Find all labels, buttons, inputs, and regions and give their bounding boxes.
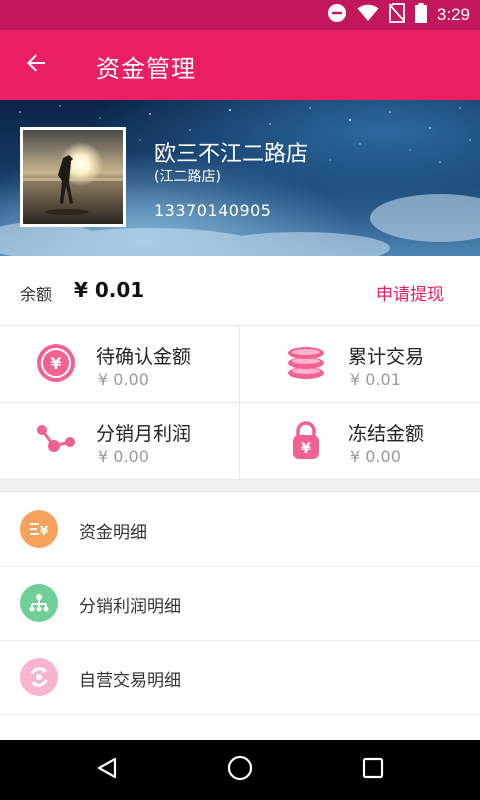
menu-label: 分销利润明细 <box>79 597 181 617</box>
beach-sunset-photo <box>23 130 123 224</box>
stat-title: 冻结金额 <box>348 423 425 445</box>
back-button[interactable] <box>18 47 54 83</box>
stat-value: ¥ 0.00 <box>98 447 149 466</box>
shop-subname: (江二路店) <box>154 169 221 185</box>
stat-value: ¥ 0.01 <box>350 370 401 389</box>
svg-text:¥: ¥ <box>301 441 311 457</box>
page-title: 资金管理 <box>96 55 196 83</box>
balance-row: 余额 ¥ 0.01 申请提现 <box>0 256 480 326</box>
app-bar: 资金管理 <box>0 30 480 100</box>
menu-item-distribution-profit-detail[interactable]: 分销利润明细 <box>0 567 480 641</box>
no-sim-icon <box>388 3 406 27</box>
balance-value: ¥ 0.01 <box>74 278 145 302</box>
battery-icon <box>414 3 427 27</box>
menu-label: 资金明细 <box>79 523 147 543</box>
nav-recents-button[interactable] <box>355 752 391 788</box>
stat-distribution-profit[interactable]: 分销月利润 ¥ 0.00 <box>0 403 240 480</box>
arrow-back-icon <box>24 51 48 79</box>
stat-title: 分销月利润 <box>96 423 192 445</box>
stat-total-trade[interactable]: 累计交易 ¥ 0.01 <box>240 326 480 403</box>
section-divider <box>0 480 480 492</box>
profile-banner: 欧三不江二路店 (江二路店) 13370140905 <box>0 100 480 256</box>
stat-title: 累计交易 <box>348 346 425 368</box>
balance-label: 余额 <box>20 285 53 304</box>
detail-menu: ¥ 资金明细 分销利润明细 自营交易明细 <box>0 493 480 715</box>
stat-title: 待确认金额 <box>96 346 192 368</box>
do-not-disturb-icon <box>327 3 347 27</box>
svg-text:¥: ¥ <box>50 354 61 373</box>
coin-stack-icon <box>286 343 326 383</box>
circle-home-icon <box>227 755 253 785</box>
stat-pending-amount[interactable]: ¥ 待确认金额 ¥ 0.00 <box>0 326 240 403</box>
stat-frozen-amount[interactable]: ¥ 冻结金额 ¥ 0.00 <box>240 403 480 480</box>
locked-yen-icon: ¥ <box>286 420 326 460</box>
triangle-back-icon <box>95 756 119 784</box>
stat-value: ¥ 0.00 <box>98 370 149 389</box>
menu-item-fund-detail[interactable]: ¥ 资金明细 <box>0 493 480 567</box>
square-recents-icon <box>361 756 385 784</box>
status-icons: 3:29 <box>327 3 470 27</box>
yen-coin-icon: ¥ <box>36 343 76 383</box>
apply-withdraw-button[interactable]: 申请提现 <box>376 280 444 305</box>
status-time: 3:29 <box>436 5 470 24</box>
menu-item-self-trade-detail[interactable]: 自营交易明细 <box>0 641 480 715</box>
menu-label: 自营交易明细 <box>79 671 181 691</box>
wifi-icon <box>357 4 379 26</box>
share-nodes-icon <box>36 420 76 460</box>
status-bar: 3:29 <box>0 0 480 30</box>
nav-home-button[interactable] <box>222 752 258 788</box>
fund-detail-icon: ¥ <box>20 510 58 548</box>
distribution-tree-icon <box>20 584 58 622</box>
system-nav-bar <box>0 740 480 800</box>
svg-text:¥: ¥ <box>40 524 49 538</box>
stat-value: ¥ 0.00 <box>350 447 401 466</box>
nav-back-button[interactable] <box>89 752 125 788</box>
self-trade-icon <box>20 658 58 696</box>
shop-name: 欧三不江二路店 <box>154 142 309 167</box>
shop-phone: 13370140905 <box>154 201 272 220</box>
stats-grid: ¥ 待确认金额 ¥ 0.00 累计交易 ¥ 0.01 分销月利润 ¥ 0.00 … <box>0 326 480 480</box>
avatar[interactable] <box>20 127 126 227</box>
